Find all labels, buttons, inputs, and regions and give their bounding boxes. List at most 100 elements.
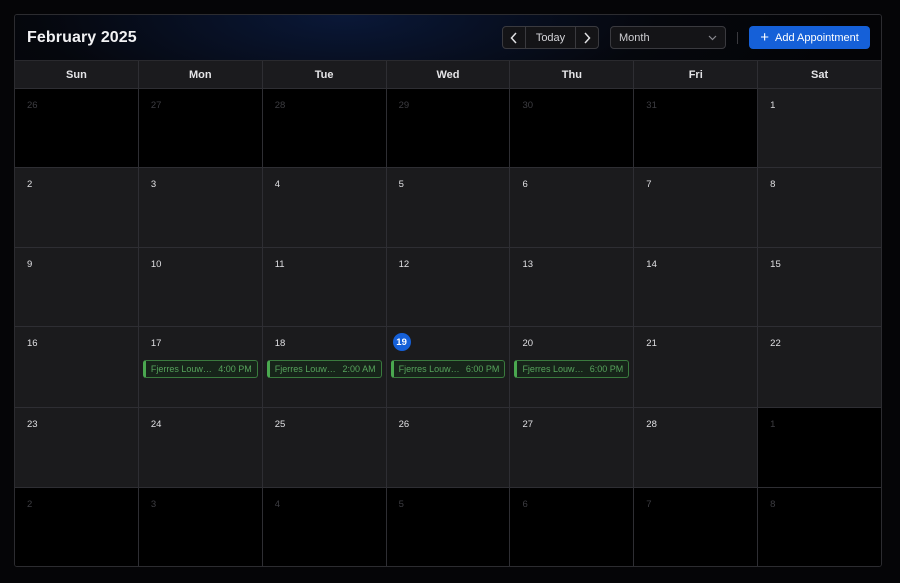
calendar-header: February 2025 Today Month + Add Appointm… xyxy=(15,15,881,61)
previous-month-button[interactable] xyxy=(503,27,526,48)
weekday-header-row: Sun Mon Tue Wed Thu Fri Sat xyxy=(15,61,881,89)
appointment-time: 6:00 PM xyxy=(465,364,500,374)
weekday-label: Thu xyxy=(510,61,635,88)
month-grid: 26 27 28 29 30 31 1 2 3 4 5 6 7 8 9 10 11 12 13 14 15 16 17 Fje… xyxy=(15,89,881,566)
day-cell[interactable]: 8 xyxy=(758,488,881,566)
day-number: 11 xyxy=(274,259,285,270)
day-number: 15 xyxy=(770,259,781,270)
weekday-label: Sun xyxy=(15,61,139,88)
day-number: 7 xyxy=(646,179,652,190)
day-number: 22 xyxy=(770,338,781,349)
day-cell[interactable]: 18 Fjerres Louwe... 2:00 AM xyxy=(262,327,387,407)
chevron-right-icon xyxy=(584,31,591,44)
day-number: 7 xyxy=(646,499,652,510)
day-number: 6 xyxy=(522,179,528,190)
day-cell[interactable]: 5 xyxy=(386,488,511,566)
weekday-label: Mon xyxy=(139,61,263,88)
today-day-number: 19 xyxy=(392,333,411,351)
day-cell[interactable]: 27 xyxy=(510,408,635,487)
appointment-event[interactable]: Fjerres Louwe... 6:00 PM xyxy=(390,360,506,378)
day-cell[interactable]: 16 xyxy=(15,327,139,407)
day-cell[interactable]: 28 xyxy=(262,89,387,167)
day-cell[interactable]: 29 xyxy=(386,89,511,167)
weekday-label: Tue xyxy=(263,61,387,88)
view-select[interactable]: Month xyxy=(610,26,726,49)
date-navigation: Today xyxy=(502,26,599,49)
day-cell[interactable]: 20 Fjerres Louwe... 6:00 PM xyxy=(510,327,635,407)
day-number: 27 xyxy=(522,419,534,430)
day-cell[interactable]: 13 xyxy=(510,248,635,326)
appointment-event[interactable]: Fjerres Louwe... 2:00 AM xyxy=(266,360,382,378)
week-row: 2 3 4 5 6 7 8 xyxy=(15,488,881,566)
day-cell[interactable]: 2 xyxy=(15,488,139,566)
day-cell[interactable]: 9 xyxy=(15,248,139,326)
day-cell[interactable]: 3 xyxy=(138,168,263,247)
appointment-event[interactable]: Fjerres Louwe... 4:00 PM xyxy=(142,360,258,378)
weekday-label: Sat xyxy=(811,68,829,81)
day-cell[interactable]: 30 xyxy=(510,89,635,167)
day-cell[interactable]: 19 Fjerres Louwe... 6:00 PM xyxy=(386,327,511,407)
day-cell[interactable]: 23 xyxy=(15,408,139,487)
day-number: 4 xyxy=(274,179,281,190)
day-cell[interactable]: 7 xyxy=(634,168,759,247)
day-number: 10 xyxy=(150,259,162,270)
day-cell[interactable]: 2 xyxy=(15,168,139,247)
day-cell[interactable]: 11 xyxy=(262,248,387,326)
day-cell[interactable]: 6 xyxy=(510,168,635,247)
day-cell[interactable]: 1 xyxy=(758,89,881,167)
day-number: 26 xyxy=(398,419,410,430)
day-number: 2 xyxy=(27,179,33,190)
day-cell[interactable]: 21 xyxy=(634,327,759,407)
day-number: 20 xyxy=(522,338,534,349)
week-row: 9 10 11 12 13 14 15 xyxy=(15,248,881,327)
day-cell[interactable]: 12 xyxy=(386,248,511,326)
day-cell[interactable]: 31 xyxy=(634,89,759,167)
day-cell[interactable]: 10 xyxy=(138,248,263,326)
appointment-name: Fjerres Louwe... xyxy=(398,364,461,374)
view-select-value: Month xyxy=(619,31,650,44)
day-cell[interactable]: 4 xyxy=(262,488,387,566)
calendar-frame: February 2025 Today Month + Add Appointm… xyxy=(14,14,882,567)
add-appointment-button[interactable]: + Add Appointment xyxy=(749,26,870,49)
day-number: 5 xyxy=(398,179,404,190)
day-cell[interactable]: 25 xyxy=(262,408,387,487)
day-number: 1 xyxy=(770,419,776,430)
day-cell[interactable]: 6 xyxy=(510,488,635,566)
day-cell[interactable]: 24 xyxy=(138,408,263,487)
page-title: February 2025 xyxy=(27,29,137,46)
day-number: 21 xyxy=(646,338,657,349)
day-number: 24 xyxy=(150,419,162,430)
day-cell[interactable]: 8 xyxy=(758,168,881,247)
day-number: 28 xyxy=(274,100,286,111)
day-cell[interactable]: 3 xyxy=(138,488,263,566)
day-cell[interactable]: 26 xyxy=(386,408,511,487)
day-number: 8 xyxy=(770,179,776,190)
today-button[interactable]: Today xyxy=(526,27,575,48)
day-cell[interactable]: 14 xyxy=(634,248,759,326)
day-cell[interactable]: 1 xyxy=(758,408,881,487)
day-cell[interactable]: 28 xyxy=(634,408,759,487)
week-row: 26 27 28 29 30 31 1 xyxy=(15,89,881,168)
weekday-label: Fri xyxy=(634,61,759,88)
chevron-down-icon xyxy=(708,33,717,43)
day-number: 3 xyxy=(150,179,157,190)
day-cell[interactable]: 22 xyxy=(758,327,881,407)
day-cell[interactable]: 17 Fjerres Louwe... 4:00 PM xyxy=(138,327,263,407)
day-cell[interactable]: 7 xyxy=(634,488,759,566)
appointment-time: 6:00 PM xyxy=(589,364,624,374)
day-number: 29 xyxy=(398,100,410,111)
day-cell[interactable]: 27 xyxy=(138,89,263,167)
day-number: 28 xyxy=(646,419,657,430)
day-cell[interactable]: 5 xyxy=(386,168,511,247)
appointment-event[interactable]: Fjerres Louwe... 6:00 PM xyxy=(514,360,630,378)
day-cell[interactable]: 26 xyxy=(15,89,139,167)
appointment-name: Fjerres Louwe... xyxy=(522,364,585,374)
chevron-left-icon xyxy=(510,31,517,44)
day-cell[interactable]: 4 xyxy=(262,168,387,247)
day-cell[interactable]: 15 xyxy=(758,248,881,326)
header-divider xyxy=(737,32,738,44)
day-number: 17 xyxy=(150,338,162,349)
next-month-button[interactable] xyxy=(575,27,598,48)
day-number: 3 xyxy=(150,499,157,510)
weekday-label: Wed xyxy=(387,61,511,88)
